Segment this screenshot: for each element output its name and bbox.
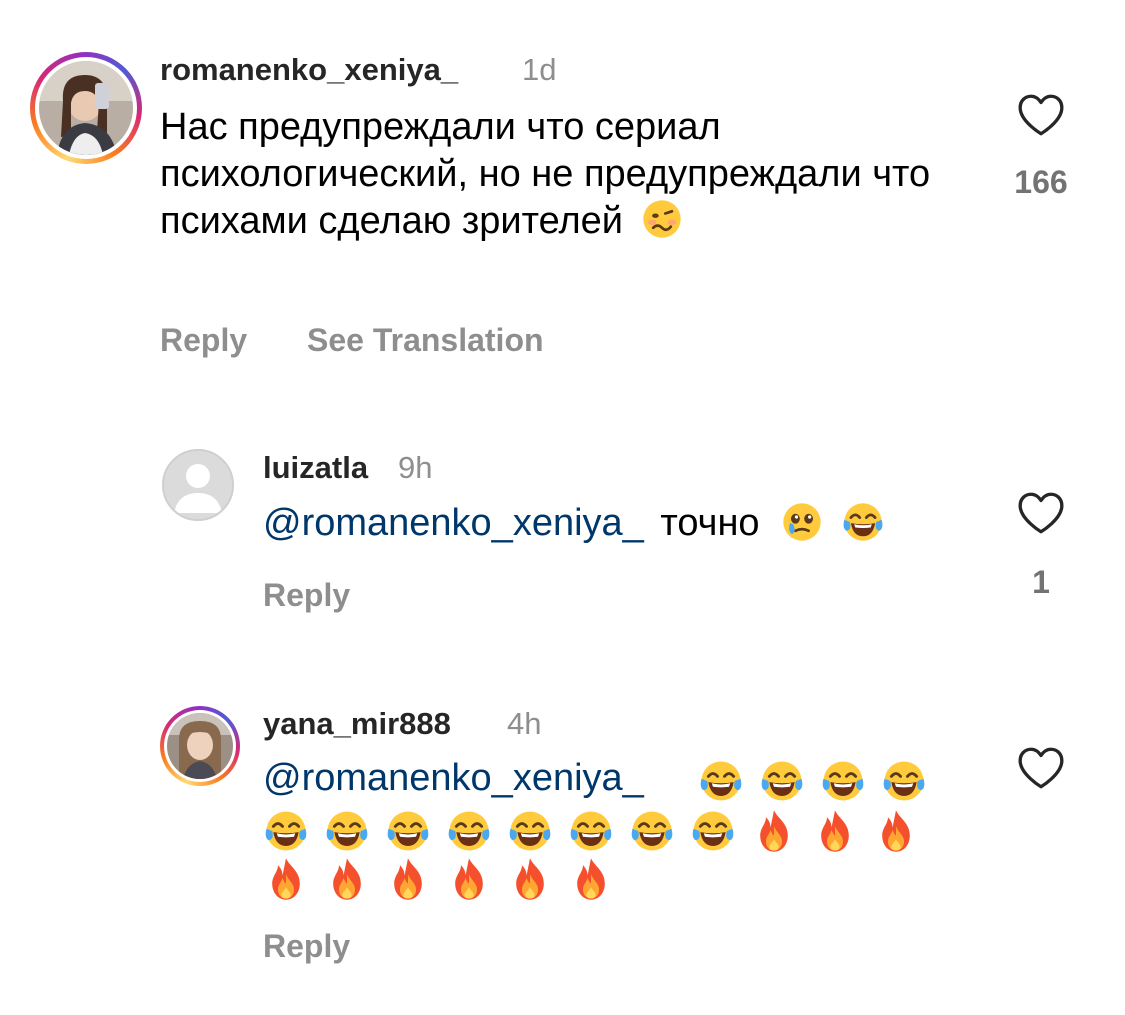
tears-of-joy-emoji <box>568 808 614 854</box>
comment-username[interactable]: luizatla <box>263 450 368 486</box>
avatar[interactable] <box>162 449 234 521</box>
fire-emoji <box>751 808 797 854</box>
comment-time: 4h <box>507 706 542 741</box>
tears-of-joy-emoji <box>690 808 736 854</box>
tears-of-joy-emoji <box>507 808 553 854</box>
tears-of-joy-emoji <box>446 808 492 854</box>
see-translation-button[interactable]: See Translation <box>307 322 544 359</box>
like-heart-icon[interactable] <box>1016 92 1066 138</box>
mention-link[interactable]: @romanenko_xeniya_ <box>263 502 644 544</box>
comment-text: Нас предупреждали что сериал психологиче… <box>160 104 960 245</box>
reply-button[interactable]: Reply <box>160 322 247 359</box>
comment-text-content: точно <box>660 502 760 544</box>
tears-of-joy-emoji <box>629 808 675 854</box>
comment-text-content: Нас предупреждали что сериал психологиче… <box>160 106 931 242</box>
woozy-face-emoji <box>640 197 684 241</box>
comment-username[interactable]: romanenko_xeniya_ <box>160 52 458 88</box>
reply-button[interactable]: Reply <box>263 577 350 614</box>
fire-emoji <box>812 808 858 854</box>
fire-emoji <box>324 856 370 902</box>
fire-emoji <box>446 856 492 902</box>
tears-of-joy-emoji <box>385 808 431 854</box>
user-photo <box>39 61 133 155</box>
emoji-row <box>263 808 923 858</box>
emoji-row <box>690 758 950 806</box>
tears-of-joy-emoji <box>263 808 309 854</box>
holding-back-tears-emoji <box>780 500 824 544</box>
like-count: 1 <box>1032 564 1050 600</box>
comment-time: 1d <box>522 52 557 87</box>
tears-of-joy-emoji <box>759 758 805 804</box>
user-photo <box>167 713 233 779</box>
tears-of-joy-emoji <box>841 500 885 544</box>
fire-emoji <box>507 856 553 902</box>
default-avatar-icon <box>164 451 232 519</box>
fire-emoji <box>568 856 614 902</box>
like-heart-icon[interactable] <box>1016 745 1066 791</box>
fire-emoji <box>263 856 309 902</box>
avatar[interactable] <box>30 52 142 164</box>
avatar[interactable] <box>160 706 240 786</box>
fire-emoji <box>873 808 919 854</box>
reply-button[interactable]: Reply <box>263 928 350 965</box>
like-heart-icon[interactable] <box>1016 490 1066 536</box>
fire-emoji <box>385 856 431 902</box>
like-count: 166 <box>1014 164 1068 200</box>
tears-of-joy-emoji <box>324 808 370 854</box>
emoji-row <box>263 856 643 906</box>
mention-link[interactable]: @romanenko_xeniya_ <box>263 757 644 799</box>
comment-text: @romanenko_xeniya_ точно <box>263 500 983 547</box>
tears-of-joy-emoji <box>820 758 866 804</box>
comment-username[interactable]: yana_mir888 <box>263 706 451 742</box>
tears-of-joy-emoji <box>881 758 927 804</box>
comment-time: 9h <box>398 450 433 485</box>
tears-of-joy-emoji <box>698 758 744 804</box>
